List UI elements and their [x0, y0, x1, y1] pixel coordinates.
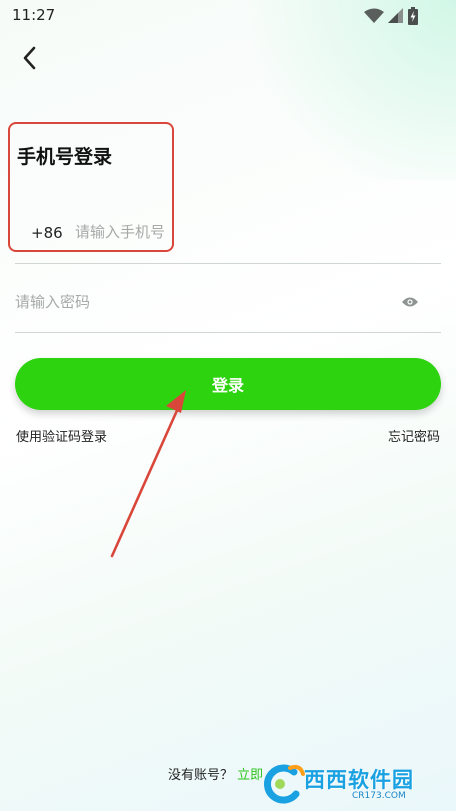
watermark-logo-icon [263, 764, 305, 804]
wifi-icon [364, 8, 384, 24]
status-time: 11:27 [12, 6, 56, 24]
battery-icon [408, 7, 418, 25]
chevron-left-icon [22, 46, 38, 74]
status-bar: 11:27 [0, 0, 456, 32]
watermark: 西西软件园 CR173.COM [256, 762, 452, 806]
sms-login-link[interactable]: 使用验证码登录 [16, 426, 107, 445]
password-input[interactable] [15, 288, 385, 316]
phone-input[interactable] [75, 218, 415, 246]
no-account-text: 没有账号？ [168, 768, 234, 783]
watermark-url-text: CR173.COM [352, 791, 406, 801]
signup-row: 没有账号？ 立即 [168, 764, 263, 783]
phone-row: +86 [15, 206, 441, 264]
password-row [15, 280, 441, 333]
page-title: 手机号登录 [17, 146, 113, 168]
back-button[interactable] [14, 44, 46, 76]
login-button[interactable]: 登录 [15, 358, 441, 410]
eye-icon[interactable] [401, 294, 419, 308]
status-icons [364, 7, 418, 25]
watermark-main-text: 西西软件园 [304, 768, 414, 792]
forgot-password-link[interactable]: 忘记密码 [388, 426, 440, 445]
country-code[interactable]: +86 [31, 224, 63, 242]
signal-icon [388, 8, 404, 24]
